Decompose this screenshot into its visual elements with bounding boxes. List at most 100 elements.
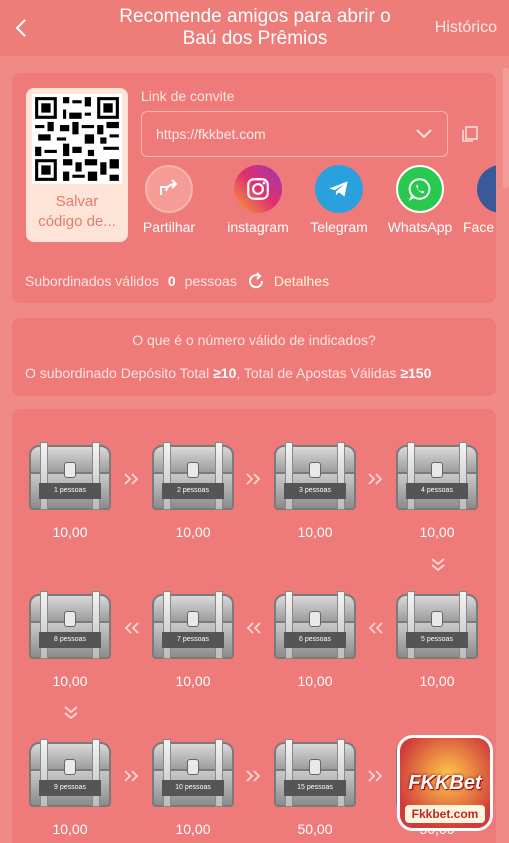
chest-item[interactable]: 7 pessoas 10,00 xyxy=(148,591,238,689)
copy-icon[interactable] xyxy=(461,125,479,143)
chest-label: 8 pessoas xyxy=(39,632,101,648)
page-title-line1: Recomende amigos para abrir o xyxy=(119,6,391,27)
instagram-label: instagram xyxy=(227,219,289,235)
chest-strap xyxy=(40,591,48,659)
chest-icon: 4 pessoas xyxy=(393,442,481,512)
chest-amount: 10,00 xyxy=(297,524,333,540)
chest-strap xyxy=(215,739,223,807)
chest-icon: 7 pessoas xyxy=(149,591,237,661)
chest-label: 6 pessoas xyxy=(284,632,346,648)
chest-item[interactable]: 5 pessoas 10,00 xyxy=(392,591,482,689)
share-button-partilhar[interactable]: Partilhar xyxy=(141,165,209,235)
chest-icon: 15 pessoas xyxy=(271,739,359,809)
chest-amount: 10,00 xyxy=(52,673,88,689)
chest-item[interactable]: 9 pessoas 10,00 xyxy=(25,739,115,837)
chest-strap xyxy=(407,591,415,659)
lock-icon xyxy=(431,611,443,627)
save-qr-button[interactable]: Salvar código de... xyxy=(26,192,128,232)
chest-amount: 10,00 xyxy=(175,524,211,540)
lock-icon xyxy=(64,462,76,478)
rule-text: O subordinado Depósito Total ≥10, Total … xyxy=(25,365,431,381)
rule-text-mid: , Total de Apostas Válidas xyxy=(236,365,401,381)
qr-code-box[interactable]: Salvar código de... xyxy=(26,88,128,242)
history-link[interactable]: Histórico xyxy=(435,19,497,37)
facebook-label: Face xyxy=(463,219,495,235)
chest-strap xyxy=(285,739,293,807)
invite-link-value: https://fkkbet.com xyxy=(156,126,266,142)
chest-amount: 10,00 xyxy=(175,821,211,837)
telegram-label: Telegram xyxy=(310,219,368,235)
subordinates-count: 0 xyxy=(167,273,176,289)
chest-item[interactable]: 10 pessoas 10,00 xyxy=(148,739,238,837)
logo-site: Fkkbet.com xyxy=(405,805,485,823)
share-button-telegram[interactable]: Telegram xyxy=(299,165,379,235)
chest-amount: 50,00 xyxy=(297,821,333,837)
lock-icon xyxy=(431,462,443,478)
double-chevron-right-icon xyxy=(246,770,261,782)
floating-app-logo[interactable]: FKKBet Fkkbet.com xyxy=(397,735,493,831)
double-chevron-right-icon xyxy=(246,473,261,485)
chest-label: 15 pessoas xyxy=(284,780,346,796)
chest-amount: 10,00 xyxy=(419,673,455,689)
whatsapp-icon xyxy=(396,165,444,213)
chest-label: 1 pessoas xyxy=(39,483,101,499)
chest-item[interactable]: 6 pessoas 10,00 xyxy=(270,591,360,689)
chest-amount: 10,00 xyxy=(297,673,333,689)
chest-item[interactable]: 3 pessoas 10,00 xyxy=(270,442,360,540)
invite-link-label: Link de convite xyxy=(141,88,235,104)
chest-amount: 10,00 xyxy=(175,673,211,689)
share-label: Partilhar xyxy=(142,219,196,235)
chest-strap xyxy=(163,591,171,659)
rule-deposit-value: ≥10 xyxy=(213,365,237,381)
lock-icon xyxy=(64,759,76,775)
chest-label: 9 pessoas xyxy=(39,780,101,796)
save-qr-label-line1: Salvar xyxy=(55,193,99,210)
chest-strap xyxy=(92,442,100,510)
subordinates-unit: pessoas xyxy=(184,273,237,289)
chest-item[interactable]: 15 pessoas 50,00 xyxy=(270,739,360,837)
lock-icon xyxy=(187,462,199,478)
instagram-icon xyxy=(234,165,282,213)
chest-label: 3 pessoas xyxy=(284,483,346,499)
share-button-instagram[interactable]: instagram xyxy=(218,165,298,235)
back-button[interactable] xyxy=(10,14,32,42)
chest-icon: 5 pessoas xyxy=(393,591,481,661)
lock-icon xyxy=(309,759,321,775)
details-link[interactable]: Detalhes xyxy=(274,273,329,289)
double-chevron-down-icon xyxy=(64,706,78,720)
double-chevron-right-icon xyxy=(368,473,383,485)
logo-brand: FKKBet xyxy=(408,772,482,794)
chest-strap xyxy=(285,591,293,659)
share-button-facebook[interactable]: Face xyxy=(461,165,496,235)
chest-icon: 2 pessoas xyxy=(149,442,237,512)
chest-strap xyxy=(215,442,223,510)
chest-strap xyxy=(285,442,293,510)
share-button-whatsapp[interactable]: WhatsApp xyxy=(380,165,460,235)
lock-icon xyxy=(187,611,199,627)
rule-bets-value: ≥150 xyxy=(400,365,432,381)
chest-strap xyxy=(459,591,467,659)
chest-strap xyxy=(459,442,467,510)
chest-label: 5 pessoas xyxy=(406,632,468,648)
double-chevron-left-icon xyxy=(124,622,139,634)
chevron-down-icon[interactable] xyxy=(415,127,433,141)
chest-icon: 10 pessoas xyxy=(149,739,237,809)
chevron-left-icon xyxy=(15,19,26,37)
telegram-icon xyxy=(315,165,363,213)
chest-item[interactable]: 2 pessoas 10,00 xyxy=(148,442,238,540)
facebook-icon xyxy=(477,165,496,213)
chest-item[interactable]: 1 pessoas 10,00 xyxy=(25,442,115,540)
qr-code-image xyxy=(32,94,122,184)
refresh-icon[interactable] xyxy=(247,272,265,290)
scrollbar[interactable] xyxy=(503,68,509,188)
chest-label: 2 pessoas xyxy=(162,483,224,499)
share-row: Partilhar instagram Telegram WhatsApp Fa… xyxy=(141,165,496,237)
invite-link-field[interactable]: https://fkkbet.com xyxy=(141,111,448,157)
chest-amount: 10,00 xyxy=(52,524,88,540)
chest-item[interactable]: 8 pessoas 10,00 xyxy=(25,591,115,689)
chest-label: 4 pessoas xyxy=(406,483,468,499)
double-chevron-left-icon xyxy=(246,622,261,634)
chest-item[interactable]: 4 pessoas 10,00 xyxy=(392,442,482,540)
lock-icon xyxy=(187,759,199,775)
whatsapp-label: WhatsApp xyxy=(387,219,453,235)
